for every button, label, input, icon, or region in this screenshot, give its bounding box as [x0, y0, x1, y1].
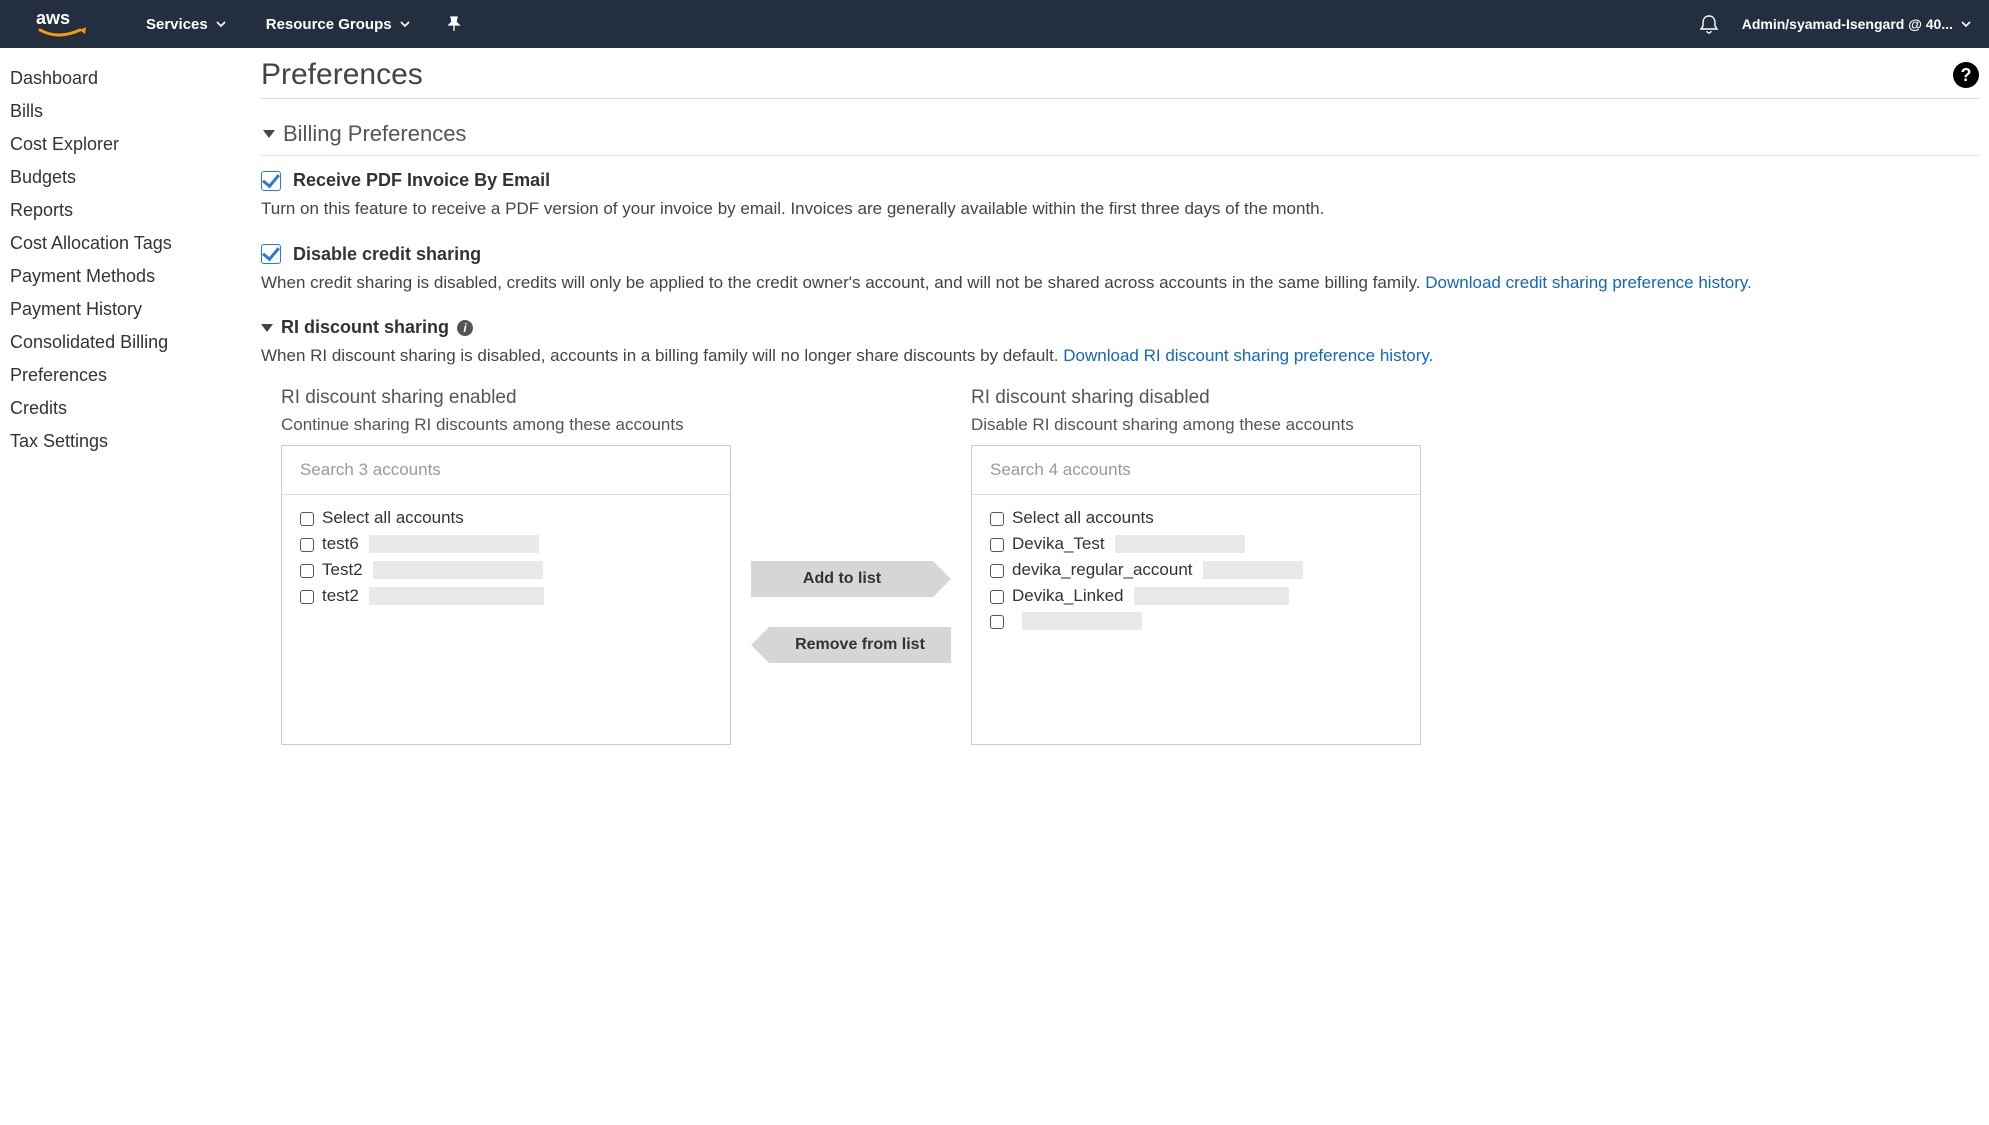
- top-nav: aws Services Resource Groups Admin/sya: [0, 0, 1989, 48]
- list-item: test6: [300, 531, 712, 557]
- checkbox-disable-credit-sharing[interactable]: [261, 244, 281, 264]
- caret-down-icon: [263, 130, 275, 138]
- enabled-search-input[interactable]: [282, 446, 730, 495]
- sidebar-item-bills[interactable]: Bills: [10, 95, 255, 128]
- remove-from-list-button[interactable]: Remove from list: [751, 627, 951, 663]
- account-name: Devika_Test: [1012, 534, 1105, 554]
- enabled-title: RI discount sharing enabled: [281, 387, 731, 409]
- chevron-down-icon: [1961, 19, 1971, 29]
- account-name: Test2: [322, 560, 363, 580]
- checkbox-account[interactable]: [990, 538, 1004, 552]
- list-item: Devika_Linked: [990, 583, 1402, 609]
- label-disable-credit-sharing: Disable credit sharing: [293, 244, 481, 265]
- account-name: Devika_Linked: [1012, 586, 1124, 606]
- checkbox-enabled-select-all[interactable]: [300, 512, 314, 526]
- desc-ri-discount-sharing: When RI discount sharing is disabled, ac…: [261, 346, 1063, 365]
- account-name: test2: [322, 586, 359, 606]
- chevron-down-icon: [216, 19, 226, 29]
- add-to-list-button[interactable]: Add to list: [751, 561, 951, 597]
- checkbox-account[interactable]: [300, 564, 314, 578]
- list-item: [990, 609, 1402, 633]
- account-id-redacted: [373, 561, 543, 579]
- svg-text:aws: aws: [36, 8, 70, 28]
- sidebar-item-reports[interactable]: Reports: [10, 194, 255, 227]
- user-label: Admin/syamad-Isengard @ 40...: [1742, 16, 1953, 32]
- sidebar-item-payment-methods[interactable]: Payment Methods: [10, 260, 255, 293]
- account-id-redacted: [1115, 535, 1245, 553]
- checkbox-account[interactable]: [990, 615, 1004, 629]
- nav-services-label: Services: [146, 16, 208, 33]
- enabled-select-all-label: Select all accounts: [322, 508, 464, 528]
- main-content: Preferences ? Billing Preferences Receiv…: [255, 48, 1989, 797]
- list-item: Devika_Test: [990, 531, 1402, 557]
- sidebar-item-payment-history[interactable]: Payment History: [10, 293, 255, 326]
- sidebar-item-preferences[interactable]: Preferences: [10, 359, 255, 392]
- disabled-listbox: Select all accounts Devika_Test devika_r…: [971, 445, 1421, 745]
- section-billing-preferences[interactable]: Billing Preferences: [261, 115, 1979, 156]
- sidebar-item-tax-settings[interactable]: Tax Settings: [10, 425, 255, 458]
- enabled-subtitle: Continue sharing RI discounts among thes…: [281, 415, 731, 435]
- nav-services[interactable]: Services: [140, 12, 232, 37]
- account-id-redacted: [1022, 612, 1142, 630]
- checkbox-account[interactable]: [300, 538, 314, 552]
- sidebar-item-dashboard[interactable]: Dashboard: [10, 62, 255, 95]
- link-ri-discount-history[interactable]: Download RI discount sharing preference …: [1063, 346, 1433, 365]
- desc-disable-credit-sharing: When credit sharing is disabled, credits…: [261, 273, 1425, 292]
- page-title: Preferences: [261, 58, 1953, 92]
- remove-from-list-label: Remove from list: [769, 627, 951, 663]
- help-icon[interactable]: ?: [1953, 62, 1979, 88]
- account-id-redacted: [369, 587, 544, 605]
- account-name: devika_regular_account: [1012, 560, 1193, 580]
- desc-pdf-invoice: Turn on this feature to receive a PDF ve…: [261, 197, 1979, 222]
- notifications-icon[interactable]: [1698, 13, 1720, 35]
- sidebar: Dashboard Bills Cost Explorer Budgets Re…: [0, 48, 255, 797]
- checkbox-pdf-invoice[interactable]: [261, 171, 281, 191]
- nav-resource-groups-label: Resource Groups: [266, 16, 392, 33]
- account-id-redacted: [1203, 561, 1303, 579]
- disabled-subtitle: Disable RI discount sharing among these …: [971, 415, 1421, 435]
- info-icon[interactable]: i: [457, 320, 473, 336]
- account-name: test6: [322, 534, 359, 554]
- checkbox-disabled-select-all[interactable]: [990, 512, 1004, 526]
- checkbox-account[interactable]: [990, 564, 1004, 578]
- checkbox-account[interactable]: [300, 590, 314, 604]
- label-pdf-invoice: Receive PDF Invoice By Email: [293, 170, 550, 191]
- section-billing-preferences-label: Billing Preferences: [283, 121, 466, 147]
- user-menu[interactable]: Admin/syamad-Isengard @ 40...: [1742, 16, 1971, 32]
- list-item: Test2: [300, 557, 712, 583]
- account-id-redacted: [369, 535, 539, 553]
- add-to-list-label: Add to list: [751, 561, 933, 597]
- enabled-listbox: Select all accounts test6 Test2: [281, 445, 731, 745]
- list-item: devika_regular_account: [990, 557, 1402, 583]
- label-ri-discount-sharing: RI discount sharing: [281, 317, 449, 338]
- sidebar-item-cost-explorer[interactable]: Cost Explorer: [10, 128, 255, 161]
- chevron-down-icon: [400, 19, 410, 29]
- pin-icon[interactable]: [446, 16, 462, 32]
- disabled-select-all-label: Select all accounts: [1012, 508, 1154, 528]
- link-credit-sharing-history[interactable]: Download credit sharing preference histo…: [1425, 273, 1752, 292]
- sidebar-item-budgets[interactable]: Budgets: [10, 161, 255, 194]
- sidebar-item-consolidated-billing[interactable]: Consolidated Billing: [10, 326, 255, 359]
- nav-resource-groups[interactable]: Resource Groups: [260, 12, 416, 37]
- caret-down-icon: [261, 324, 273, 332]
- aws-logo[interactable]: aws: [8, 7, 112, 41]
- section-ri-discount-sharing[interactable]: RI discount sharing i: [261, 317, 1979, 338]
- checkbox-account[interactable]: [990, 590, 1004, 604]
- list-item: test2: [300, 583, 712, 609]
- disabled-search-input[interactable]: [972, 446, 1420, 495]
- disabled-title: RI discount sharing disabled: [971, 387, 1421, 409]
- sidebar-item-credits[interactable]: Credits: [10, 392, 255, 425]
- account-id-redacted: [1134, 587, 1289, 605]
- sidebar-item-cost-allocation-tags[interactable]: Cost Allocation Tags: [10, 227, 255, 260]
